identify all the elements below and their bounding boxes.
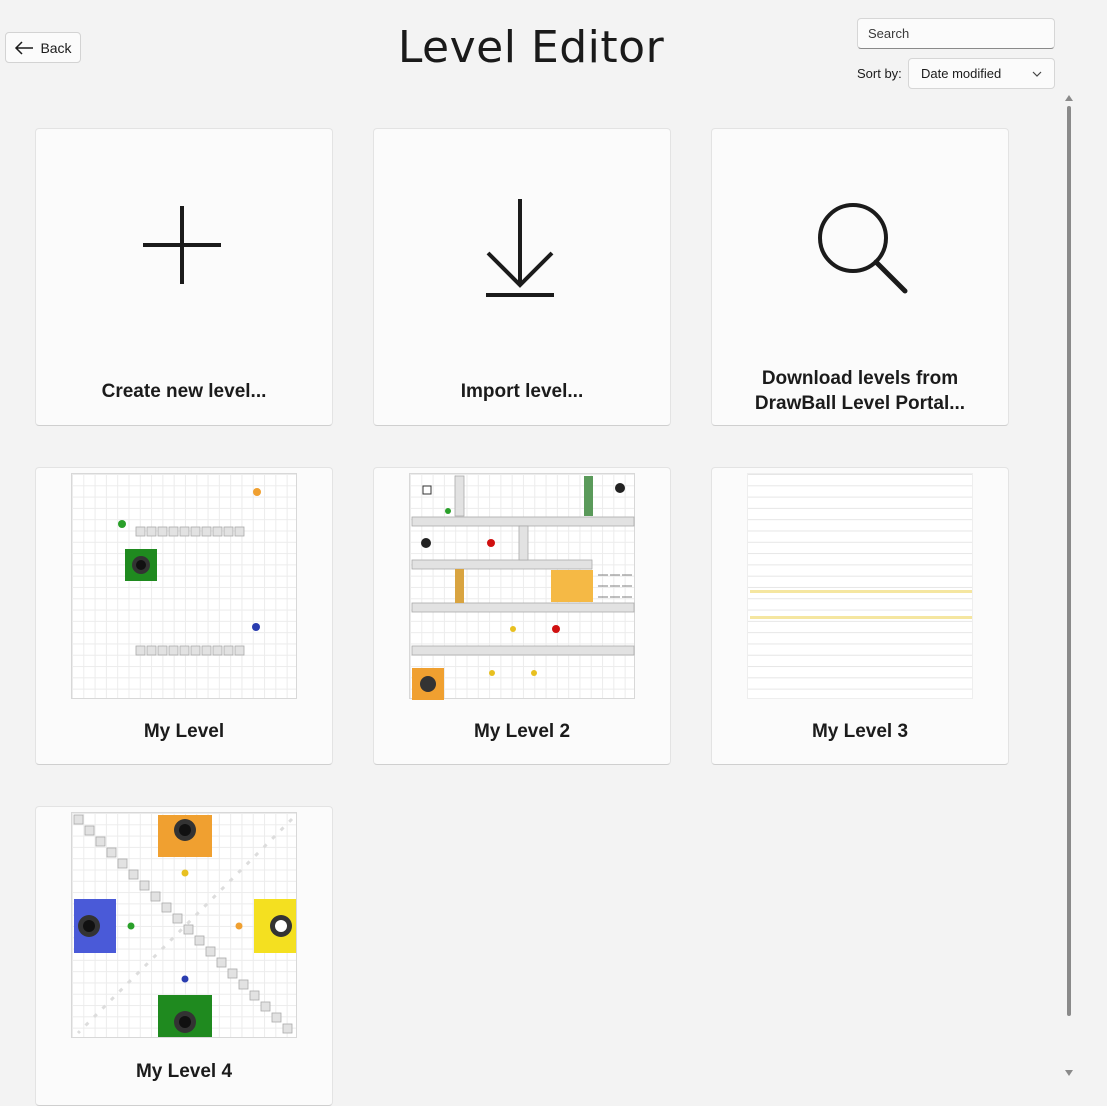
download-levels-label-line1: Download levels from [761,368,959,389]
search-input[interactable] [857,18,1055,49]
level-tile-my-level-2[interactable]: My Level 2 [373,467,671,765]
level-tile-my-level-4[interactable]: My Level 4 [35,806,333,1106]
level-name: My Level 3 [811,721,909,742]
vertical-scrollbar[interactable] [1063,92,1075,1080]
scroll-down-icon[interactable] [1065,1070,1073,1076]
import-level-tile[interactable]: Import level... [373,128,671,426]
download-levels-label-line2: DrawBall Level Portal... [754,393,966,414]
chevron-down-icon [1032,71,1042,77]
search-magnifier-icon [818,203,908,294]
download-arrow-icon [486,199,554,297]
level-preview-my-level-3 [747,473,973,699]
level-tile-my-level-3[interactable]: My Level 3 [711,467,1009,765]
sort-dropdown[interactable]: Date modified [908,58,1055,89]
level-preview-my-level-4 [71,812,297,1038]
plus-icon [143,206,221,284]
level-tile-my-level[interactable]: My Level [35,467,333,765]
download-levels-portal-tile[interactable]: Download levels from DrawBall Level Port… [711,128,1009,426]
scroll-thumb[interactable] [1067,106,1071,1016]
level-preview-my-level-2 [409,473,635,700]
sort-label: Sort by: [857,66,902,81]
level-preview-my-level [71,473,297,699]
level-name: My Level 4 [135,1061,233,1082]
import-level-label: Import level... [460,381,584,402]
level-name: My Level [143,721,225,742]
create-new-level-label: Create new level... [101,381,267,402]
download-levels-label: Download levels from DrawBall Level Port… [712,366,1008,416]
create-new-level-tile[interactable]: Create new level... [35,128,333,426]
sort-value: Date modified [921,66,1002,81]
scroll-up-icon[interactable] [1065,95,1073,101]
level-name: My Level 2 [473,721,571,742]
